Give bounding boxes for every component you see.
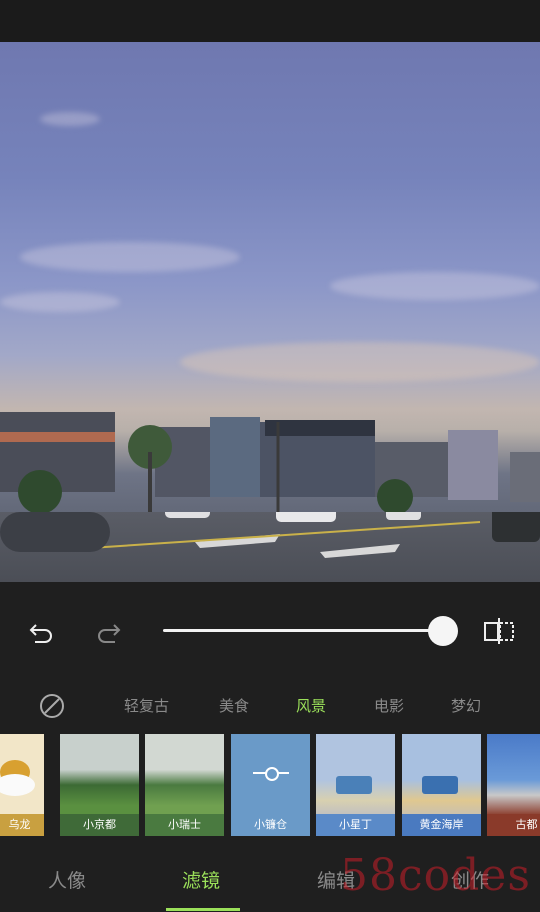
intensity-slider-track[interactable]: [163, 629, 443, 632]
cloud: [330, 272, 540, 300]
edit-controls: [0, 582, 540, 680]
road: [0, 472, 540, 582]
cloud: [180, 342, 540, 382]
van-image: [336, 776, 372, 794]
filter-thumb-selected[interactable]: 小镰仓: [231, 734, 310, 836]
filter-thumb[interactable]: 小瑞士: [145, 734, 224, 836]
tab-movie[interactable]: 电影: [374, 695, 404, 716]
filter-label: 乌龙: [0, 814, 44, 836]
no-filter-icon[interactable]: [38, 692, 66, 720]
nav-portrait[interactable]: 人像: [48, 866, 86, 893]
photo-preview[interactable]: [0, 42, 540, 582]
cloud: [40, 112, 100, 126]
filter-thumbnails: 乌龙 小京都 小瑞士 小镰仓 小星丁 黄金海岸 古都: [0, 734, 540, 836]
watermark: 58codes: [340, 850, 531, 901]
filter-label: 小瑞士: [145, 814, 224, 836]
intensity-slider-handle[interactable]: [428, 616, 458, 646]
compare-icon[interactable]: [482, 614, 516, 648]
filter-category-tabs: 轻复古 美食 风景 电影 梦幻: [0, 690, 540, 720]
filter-thumb[interactable]: 小星丁: [316, 734, 395, 836]
filter-label: 小星丁: [316, 814, 395, 836]
cloud: [20, 242, 240, 272]
filter-thumb[interactable]: 乌龙: [0, 734, 44, 836]
tab-food[interactable]: 美食: [219, 695, 249, 716]
filter-thumb[interactable]: 古都: [487, 734, 540, 836]
tab-light-retro[interactable]: 轻复古: [124, 695, 169, 716]
tab-scenery[interactable]: 风景: [296, 695, 326, 716]
active-tab-indicator: [166, 908, 240, 911]
undo-icon[interactable]: [24, 614, 58, 648]
filter-label: 黄金海岸: [402, 814, 481, 836]
filter-label: 小京都: [60, 814, 139, 836]
redo-icon[interactable]: [92, 614, 126, 648]
filter-thumb[interactable]: 小京都: [60, 734, 139, 836]
tab-dreamy[interactable]: 梦幻: [451, 695, 481, 716]
nav-filter[interactable]: 滤镜: [182, 866, 220, 893]
filter-thumb[interactable]: 黄金海岸: [402, 734, 481, 836]
cloud: [0, 292, 120, 312]
filter-label: 古都: [487, 814, 540, 836]
city-buildings: [0, 412, 540, 517]
van-image: [422, 776, 458, 794]
filter-label: 小镰仓: [231, 814, 310, 836]
status-bar: [0, 0, 540, 42]
